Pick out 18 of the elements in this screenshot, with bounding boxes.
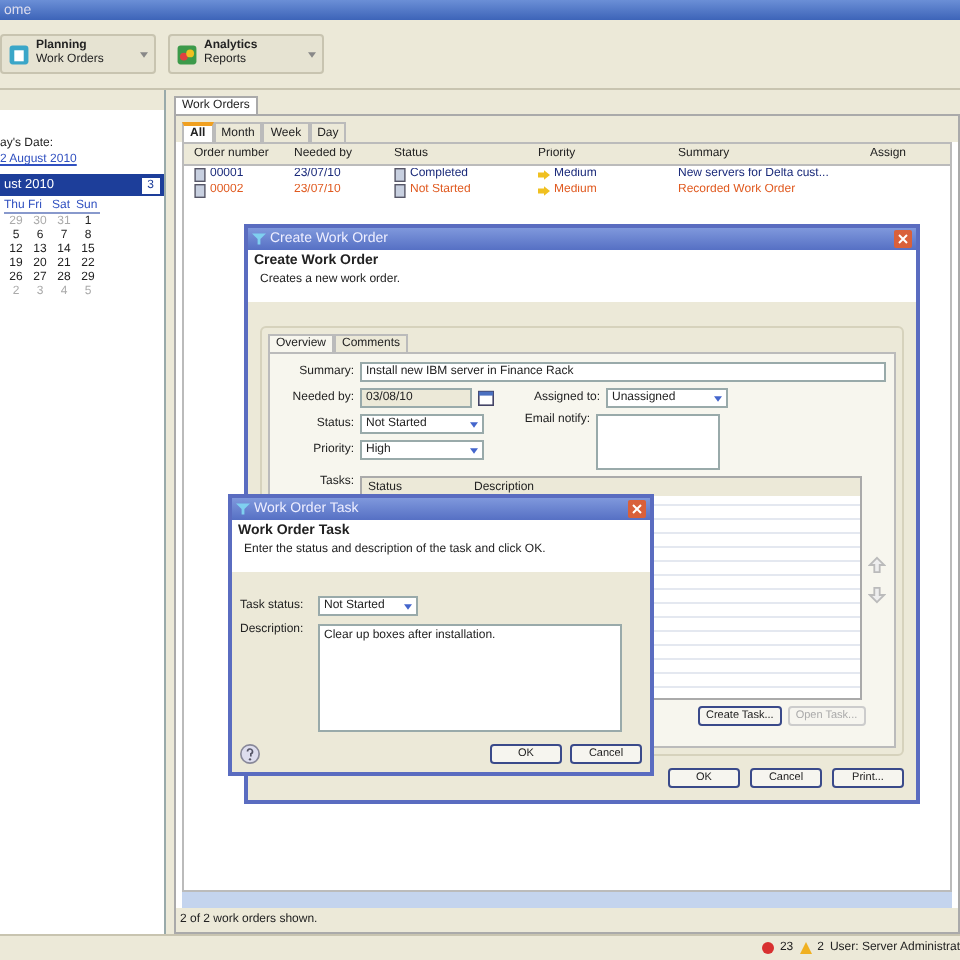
funnel-icon — [236, 502, 250, 516]
clipboard-icon — [8, 43, 30, 65]
close-button[interactable] — [628, 500, 646, 518]
caret-icon — [400, 603, 412, 609]
horizontal-scrollbar[interactable] — [182, 892, 952, 908]
calendar-icon[interactable] — [478, 390, 494, 406]
caret-icon — [466, 421, 478, 427]
funnel-icon — [252, 232, 266, 246]
caret-icon — [140, 51, 148, 57]
warning-icon — [799, 942, 812, 954]
close-button[interactable] — [894, 230, 912, 248]
chart-icon — [176, 43, 198, 65]
error-icon — [761, 942, 774, 954]
caret-icon — [710, 395, 722, 401]
email-notify-field[interactable] — [596, 414, 720, 470]
caret-icon — [466, 447, 478, 453]
help-icon[interactable] — [240, 744, 260, 764]
caret-icon — [308, 51, 316, 57]
